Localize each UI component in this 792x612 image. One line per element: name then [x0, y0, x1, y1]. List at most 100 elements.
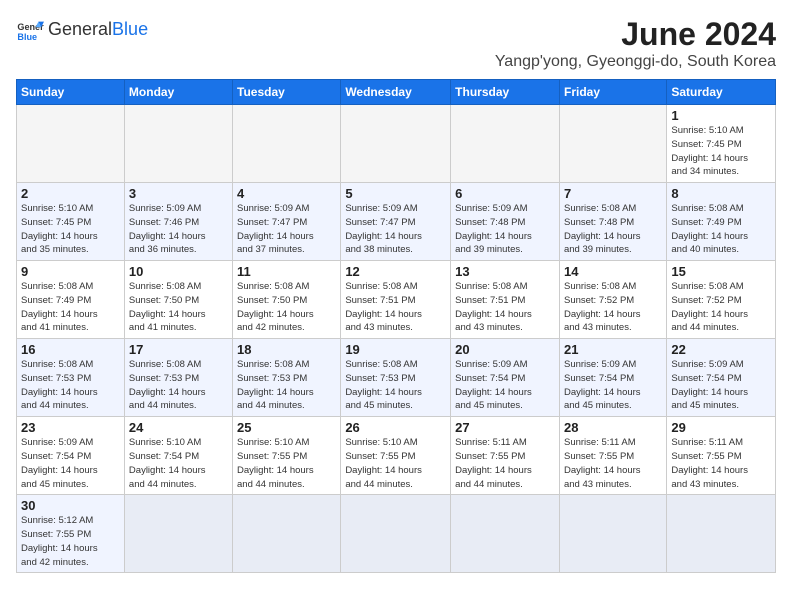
- calendar-day-cell: 3Sunrise: 5:09 AMSunset: 7:46 PMDaylight…: [124, 183, 232, 261]
- day-number: 6: [455, 186, 555, 201]
- day-number: 11: [237, 264, 336, 279]
- col-header-wednesday: Wednesday: [341, 80, 451, 105]
- calendar-day-cell: 29Sunrise: 5:11 AMSunset: 7:55 PMDayligh…: [667, 417, 776, 495]
- calendar-day-cell: 5Sunrise: 5:09 AMSunset: 7:47 PMDaylight…: [341, 183, 451, 261]
- col-header-sunday: Sunday: [17, 80, 125, 105]
- col-header-thursday: Thursday: [451, 80, 560, 105]
- day-info: Sunrise: 5:08 AMSunset: 7:50 PMDaylight:…: [129, 280, 228, 335]
- day-info: Sunrise: 5:10 AMSunset: 7:45 PMDaylight:…: [671, 124, 771, 179]
- day-number: 3: [129, 186, 228, 201]
- day-number: 14: [564, 264, 662, 279]
- day-number: 17: [129, 342, 228, 357]
- day-number: 22: [671, 342, 771, 357]
- calendar-day-cell: [451, 105, 560, 183]
- calendar-day-cell: 2Sunrise: 5:10 AMSunset: 7:45 PMDaylight…: [17, 183, 125, 261]
- calendar-day-cell: [17, 105, 125, 183]
- calendar-day-cell: 30Sunrise: 5:12 AMSunset: 7:55 PMDayligh…: [17, 495, 125, 573]
- day-info: Sunrise: 5:09 AMSunset: 7:47 PMDaylight:…: [237, 202, 336, 257]
- calendar-day-cell: 17Sunrise: 5:08 AMSunset: 7:53 PMDayligh…: [124, 339, 232, 417]
- day-info: Sunrise: 5:09 AMSunset: 7:46 PMDaylight:…: [129, 202, 228, 257]
- calendar-week-row: 30Sunrise: 5:12 AMSunset: 7:55 PMDayligh…: [17, 495, 776, 573]
- day-number: 9: [21, 264, 120, 279]
- svg-text:Blue: Blue: [17, 32, 37, 42]
- day-number: 25: [237, 420, 336, 435]
- calendar-day-cell: 24Sunrise: 5:10 AMSunset: 7:54 PMDayligh…: [124, 417, 232, 495]
- day-number: 1: [671, 108, 771, 123]
- calendar-day-cell: 18Sunrise: 5:08 AMSunset: 7:53 PMDayligh…: [233, 339, 341, 417]
- day-info: Sunrise: 5:11 AMSunset: 7:55 PMDaylight:…: [564, 436, 662, 491]
- day-number: 27: [455, 420, 555, 435]
- calendar-week-row: 23Sunrise: 5:09 AMSunset: 7:54 PMDayligh…: [17, 417, 776, 495]
- calendar-day-cell: [233, 495, 341, 573]
- day-info: Sunrise: 5:09 AMSunset: 7:48 PMDaylight:…: [455, 202, 555, 257]
- col-header-saturday: Saturday: [667, 80, 776, 105]
- calendar-day-cell: [341, 105, 451, 183]
- day-info: Sunrise: 5:11 AMSunset: 7:55 PMDaylight:…: [455, 436, 555, 491]
- calendar-week-row: 16 Sunrise: 5:08 AMSunset: 7:53 PMDayligh…: [17, 339, 776, 417]
- day-number: 16: [21, 342, 120, 357]
- day-info: Sunrise: 5:09 AMSunset: 7:54 PMDaylight:…: [564, 358, 662, 413]
- calendar-day-cell: 9Sunrise: 5:08 AMSunset: 7:49 PMDaylight…: [17, 261, 125, 339]
- logo: General Blue GeneralBlue: [16, 16, 148, 44]
- day-info: Sunrise: 5:12 AMSunset: 7:55 PMDaylight:…: [21, 514, 120, 569]
- day-number: 24: [129, 420, 228, 435]
- day-number: 13: [455, 264, 555, 279]
- calendar-day-cell: 8Sunrise: 5:08 AMSunset: 7:49 PMDaylight…: [667, 183, 776, 261]
- calendar-table: SundayMondayTuesdayWednesdayThursdayFrid…: [16, 79, 776, 573]
- day-number: 18: [237, 342, 336, 357]
- day-info: Sunrise: 5:11 AMSunset: 7:55 PMDaylight:…: [671, 436, 771, 491]
- calendar-day-cell: 16Sunrise: 5:08 AMSunset: 7:53 PMDayligh…: [17, 339, 125, 417]
- calendar-day-cell: [233, 105, 341, 183]
- calendar-day-cell: [559, 105, 666, 183]
- day-info: Sunrise: 5:08 AMSunset: 7:53 PMDaylight:…: [345, 358, 446, 413]
- page-header: General Blue GeneralBlue June 2024 Yangp…: [16, 16, 776, 71]
- calendar-day-cell: 1Sunrise: 5:10 AMSunset: 7:45 PMDaylight…: [667, 105, 776, 183]
- day-info: Sunrise: 5:08 AMSunset: 7:53 PMDaylight:…: [237, 358, 336, 413]
- calendar-day-cell: 6Sunrise: 5:09 AMSunset: 7:48 PMDaylight…: [451, 183, 560, 261]
- day-number: 29: [671, 420, 771, 435]
- day-info: Sunrise: 5:08 AMSunset: 7:52 PMDaylight:…: [564, 280, 662, 335]
- calendar-header-row: SundayMondayTuesdayWednesdayThursdayFrid…: [17, 80, 776, 105]
- calendar-day-cell: 23Sunrise: 5:09 AMSunset: 7:54 PMDayligh…: [17, 417, 125, 495]
- day-info: Sunrise: 5:08 AMSunset: 7:51 PMDaylight:…: [455, 280, 555, 335]
- calendar-day-cell: [667, 495, 776, 573]
- month-title: June 2024: [495, 16, 776, 53]
- calendar-week-row: 9Sunrise: 5:08 AMSunset: 7:49 PMDaylight…: [17, 261, 776, 339]
- col-header-friday: Friday: [559, 80, 666, 105]
- calendar-day-cell: 11Sunrise: 5:08 AMSunset: 7:50 PMDayligh…: [233, 261, 341, 339]
- day-info: Sunrise: 5:10 AMSunset: 7:54 PMDaylight:…: [129, 436, 228, 491]
- calendar-day-cell: 10Sunrise: 5:08 AMSunset: 7:50 PMDayligh…: [124, 261, 232, 339]
- calendar-day-cell: 21Sunrise: 5:09 AMSunset: 7:54 PMDayligh…: [559, 339, 666, 417]
- day-number: 8: [671, 186, 771, 201]
- location-title: Yangp'yong, Gyeonggi-do, South Korea: [495, 53, 776, 71]
- day-number: 23: [21, 420, 120, 435]
- col-header-tuesday: Tuesday: [233, 80, 341, 105]
- day-info: Sunrise: 5:08 AMSunset: 7:48 PMDaylight:…: [564, 202, 662, 257]
- day-number: 26: [345, 420, 446, 435]
- calendar-day-cell: 25Sunrise: 5:10 AMSunset: 7:55 PMDayligh…: [233, 417, 341, 495]
- generalblue-logo-icon: General Blue: [16, 16, 44, 44]
- calendar-day-cell: 14Sunrise: 5:08 AMSunset: 7:52 PMDayligh…: [559, 261, 666, 339]
- calendar-day-cell: 28Sunrise: 5:11 AMSunset: 7:55 PMDayligh…: [559, 417, 666, 495]
- logo-blue: Blue: [112, 19, 148, 39]
- day-number: 20: [455, 342, 555, 357]
- day-info: Sunrise: 5:10 AMSunset: 7:45 PMDaylight:…: [21, 202, 120, 257]
- calendar-day-cell: 7Sunrise: 5:08 AMSunset: 7:48 PMDaylight…: [559, 183, 666, 261]
- day-info: Sunrise: 5:08 AMSunset: 7:49 PMDaylight:…: [671, 202, 771, 257]
- calendar-day-cell: 19Sunrise: 5:08 AMSunset: 7:53 PMDayligh…: [341, 339, 451, 417]
- calendar-day-cell: 15Sunrise: 5:08 AMSunset: 7:52 PMDayligh…: [667, 261, 776, 339]
- day-info: Sunrise: 5:08 AMSunset: 7:52 PMDaylight:…: [671, 280, 771, 335]
- day-info: Sunrise: 5:09 AMSunset: 7:47 PMDaylight:…: [345, 202, 446, 257]
- calendar-week-row: 1Sunrise: 5:10 AMSunset: 7:45 PMDaylight…: [17, 105, 776, 183]
- calendar-day-cell: [124, 105, 232, 183]
- day-number: 12: [345, 264, 446, 279]
- day-number: 4: [237, 186, 336, 201]
- day-number: 10: [129, 264, 228, 279]
- calendar-day-cell: 20Sunrise: 5:09 AMSunset: 7:54 PMDayligh…: [451, 339, 560, 417]
- calendar-day-cell: [124, 495, 232, 573]
- day-number: 21: [564, 342, 662, 357]
- day-number: 28: [564, 420, 662, 435]
- calendar-day-cell: [451, 495, 560, 573]
- day-info: Sunrise: 5:10 AMSunset: 7:55 PMDaylight:…: [237, 436, 336, 491]
- calendar-day-cell: [559, 495, 666, 573]
